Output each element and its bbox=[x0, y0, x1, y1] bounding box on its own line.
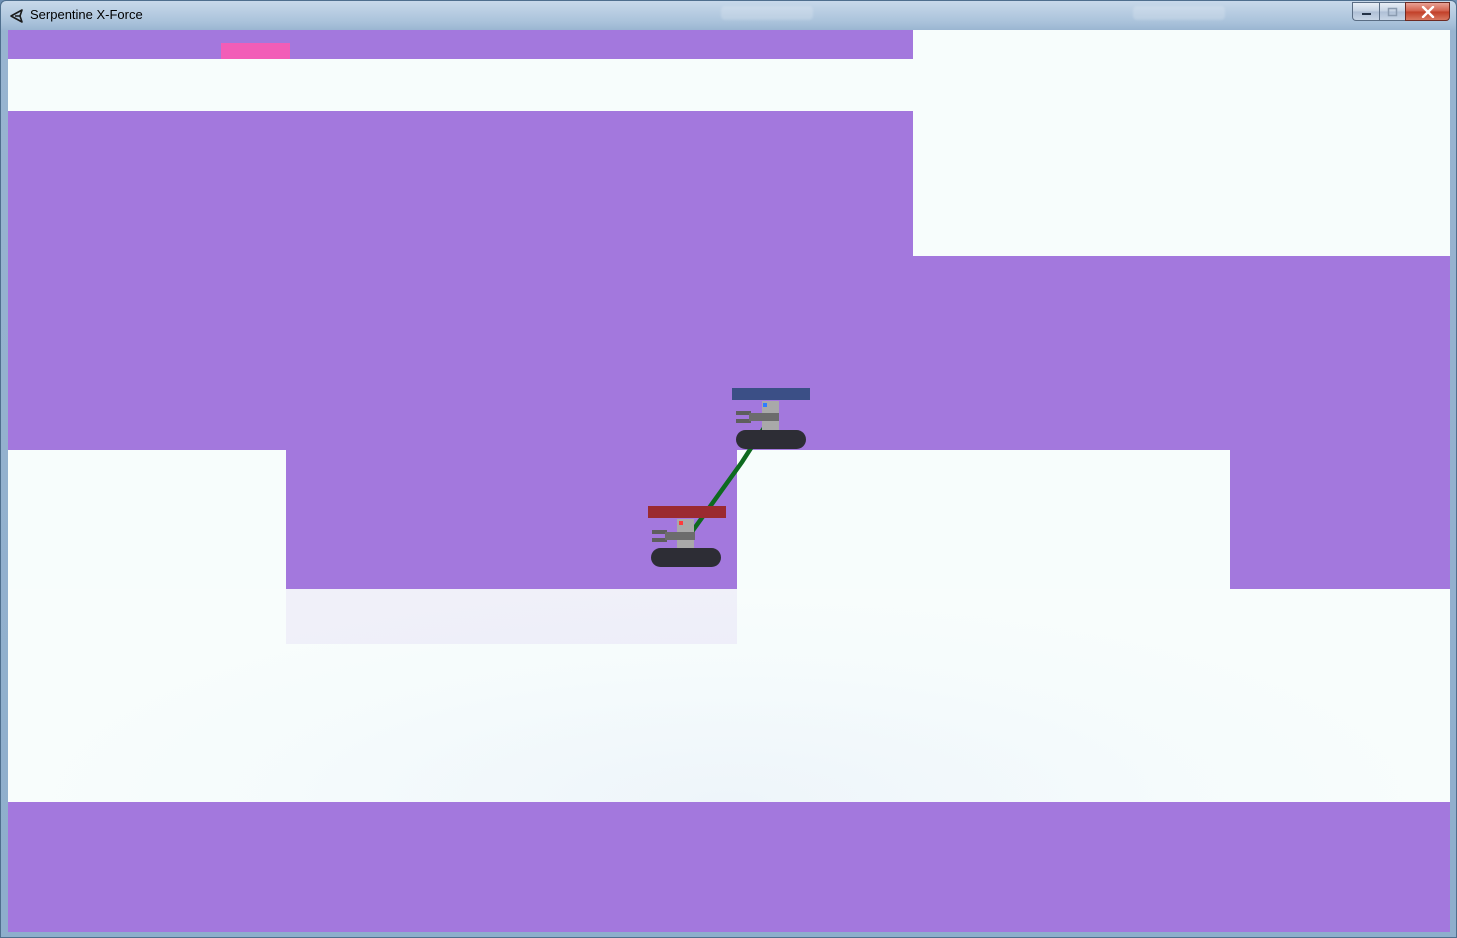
red-tank-barrel bbox=[652, 530, 667, 534]
red-tank-tread bbox=[651, 548, 721, 567]
game-entities bbox=[221, 43, 810, 567]
close-icon bbox=[1421, 5, 1434, 18]
blue-tank-turret bbox=[749, 413, 779, 421]
blue-tank-tread bbox=[736, 430, 806, 449]
minimize-button[interactable] bbox=[1352, 2, 1379, 21]
minimize-icon bbox=[1361, 12, 1371, 15]
blue-tank-barrel bbox=[736, 419, 751, 423]
game-viewport[interactable] bbox=[8, 30, 1450, 932]
maximize-button[interactable] bbox=[1379, 2, 1405, 21]
title-bar[interactable]: Serpentine X-Force bbox=[1, 1, 1456, 30]
goal-marker bbox=[221, 43, 290, 59]
red-tank-indicator bbox=[679, 521, 683, 525]
window-controls bbox=[1352, 2, 1450, 21]
blue-tank-barrel bbox=[736, 411, 751, 415]
title-bar-reflection bbox=[721, 6, 813, 20]
red-tank bbox=[648, 506, 726, 567]
blue-tank-indicator bbox=[763, 403, 767, 407]
blue-tank-health-bar bbox=[732, 388, 810, 400]
window-title: Serpentine X-Force bbox=[30, 7, 143, 22]
title-bar-reflection bbox=[1133, 6, 1225, 20]
red-tank-health-bar bbox=[648, 506, 726, 518]
unity-logo-icon bbox=[10, 9, 23, 23]
game-window: Serpentine X-Force bbox=[0, 0, 1457, 938]
maximize-icon bbox=[1387, 7, 1398, 16]
red-tank-turret bbox=[665, 532, 695, 540]
close-button[interactable] bbox=[1405, 2, 1450, 21]
blue-tank bbox=[732, 388, 810, 449]
red-tank-barrel bbox=[652, 538, 667, 542]
